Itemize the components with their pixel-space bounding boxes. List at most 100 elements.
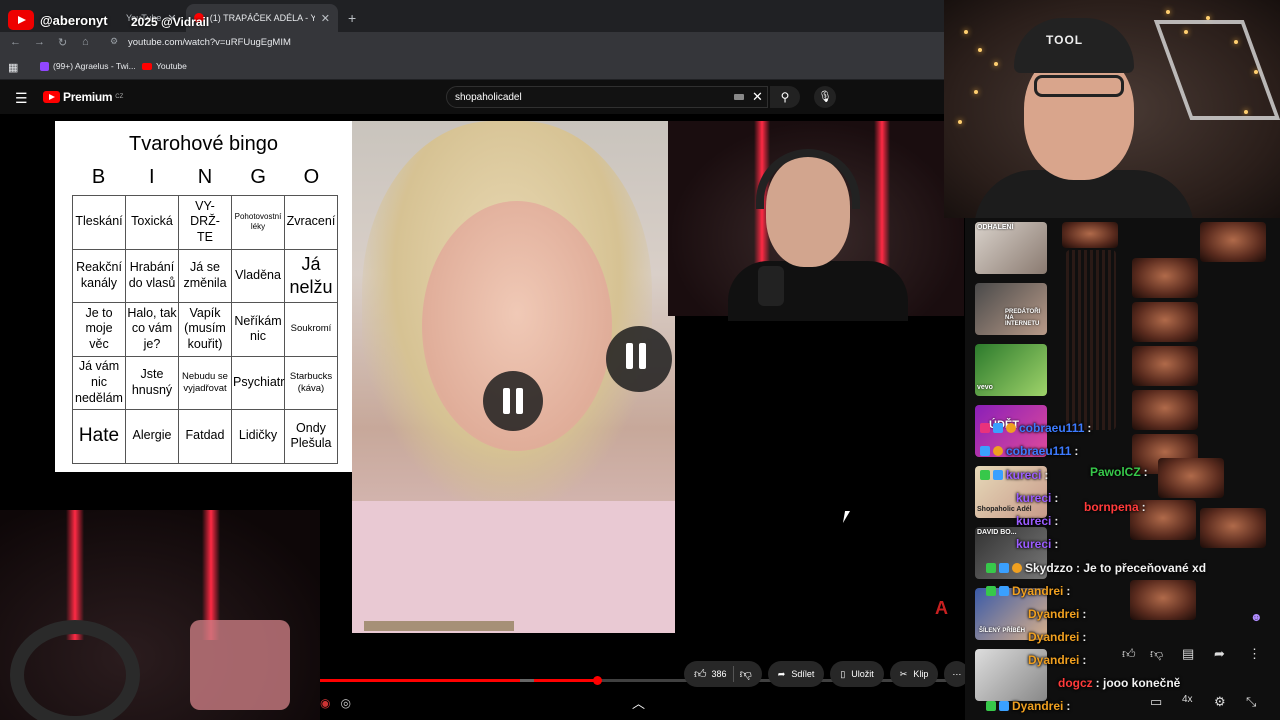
bingo-cell: Já se změnila [178,248,232,303]
fullscreen-icon[interactable]: ⤡ [1246,694,1256,710]
recommended-thumbnail[interactable]: PREDÁTOŘI NA INTERNETU [975,283,1047,335]
chat-username[interactable]: Dyandrei [1028,653,1079,667]
share-icon: ➦ [777,668,786,679]
bingo-cell: Já nelžu [284,248,338,303]
steam-icon[interactable]: ◎ [340,696,350,710]
divider [732,666,734,682]
badge-icon [986,563,996,573]
url-field[interactable]: youtube.com/watch?v=uRFUugEgMIM [128,35,948,51]
chat-text: : [1066,584,1071,598]
share-button[interactable]: ➦ Sdílet [767,661,825,687]
chat-username[interactable]: bornpena [1084,500,1139,514]
captions-icon[interactable]: ▭ [1150,694,1162,710]
thumb-label: Shopaholic Adél [977,506,1032,513]
chat-username[interactable]: Dyandrei [1028,607,1079,621]
chat-emote [1132,258,1198,298]
keyboard-icon[interactable] [734,94,744,100]
bookmark-agraelus[interactable]: (99+) Agraelus - Twi... [40,61,136,71]
badge-icon [999,701,1009,711]
chat-username[interactable]: kureci [1006,468,1041,482]
chat-username[interactable]: Dyandrei [1012,584,1063,598]
pause-icon[interactable] [483,371,543,431]
search-input[interactable]: shopaholicadel [446,86,768,108]
app-icon[interactable]: ◉ [320,696,330,710]
youtube-icon [142,62,152,70]
bingo-row: Hate Alergie Fatdad Lidičky Ondy Plešula [72,409,338,464]
like-button[interactable]: 👍︎ 386 [694,667,727,682]
youtube-logo-icon [8,10,34,30]
youtube-header: ☰ Premium CZ shopaholicadel ✕ ⚲ 🎙 [0,81,944,114]
chat-message: Dyandrei : [1028,607,1086,621]
apps-grid-icon[interactable]: ▦ [8,61,18,74]
forward-icon[interactable]: → [34,36,45,48]
chat-username[interactable]: cobraeu111 [1006,444,1071,458]
chat-username[interactable]: PawolCZ [1090,465,1141,479]
bingo-letter: O [303,166,320,188]
close-tab-icon[interactable]: ✕ [321,12,330,25]
menu-icon[interactable]: ☰ [15,90,28,107]
chat-username[interactable]: kureci [1016,514,1051,528]
chat-emote [1062,222,1118,248]
reload-icon[interactable]: ↻ [58,36,67,49]
thumb-label: DAVID BO... [977,529,1017,536]
chat-emote [1132,390,1198,430]
chat-username[interactable]: kureci [1016,537,1051,551]
badge-icon [986,586,996,596]
bingo-cell: Starbucks (káva) [284,355,338,410]
badge-icon [980,423,990,433]
back-icon[interactable]: ← [10,36,21,48]
mouse-cursor-icon [842,511,856,523]
search-button[interactable]: ⚲ [770,86,800,108]
progress-bar[interactable] [320,679,597,682]
chat-message: bornpena : [1084,500,1146,514]
bookmark-label: (99+) Agraelus - Twi... [53,61,136,71]
share-icon[interactable]: ➦ [1214,646,1225,662]
more-vertical-icon[interactable]: ⋮ [1248,646,1261,662]
chat-username[interactable]: dogcz [1058,676,1093,690]
scrubber-handle[interactable] [593,676,602,685]
emote-menu-icon[interactable]: ☻ [1250,610,1263,624]
dislike-icon[interactable]: 👎︎ [1150,646,1163,662]
home-icon[interactable]: ⌂ [82,36,89,48]
bingo-cell: Hrabání do vlasů [125,248,179,303]
speed-label-icon[interactable]: 4x [1182,694,1193,705]
like-icon[interactable]: 👍︎ [1122,646,1136,662]
chat-username[interactable]: Skydzzo [1025,561,1073,575]
bingo-letters: B I N G O [72,166,338,189]
bookmark-youtube[interactable]: Youtube [142,61,187,71]
bingo-cell: Zvracení [284,195,338,250]
headphones [756,149,860,209]
recommended-thumbnail[interactable]: ODHALENÍ [975,222,1047,274]
chat-username[interactable]: cobraeu111 [1019,421,1084,435]
background-chair [1153,20,1280,120]
chat-username[interactable]: Dyandrei [1012,699,1063,713]
clip-button[interactable]: ✂ Klip [889,661,939,687]
handle-tail-text: 2025 @Vidrail [131,15,210,29]
video-player[interactable]: Tvarohové bingo B I N G O Tleskání Toxic… [0,114,965,720]
chat-text: : [1066,699,1071,713]
pause-icon[interactable] [606,326,672,392]
chat-message: kureci : [1016,491,1058,505]
chat-username[interactable]: kureci [1016,491,1051,505]
thumb-label: ODHALENÍ [977,224,1014,231]
voice-search-button[interactable]: 🎙 [814,86,836,108]
streamer-handle-overlay: @aberonyt [8,10,108,30]
bingo-cell: Soukromí [284,302,338,357]
bingo-card: Tvarohové bingo B I N G O Tleskání Toxic… [55,121,352,472]
chat-message: Skydzzo : Je to přeceňované xd [986,561,1206,575]
bingo-title: Tvarohové bingo [129,133,278,155]
chevron-up-icon[interactable]: ︿ [632,693,645,712]
clear-search-icon[interactable]: ✕ [752,89,763,105]
streamer-glasses [1034,75,1124,97]
new-tab-button[interactable]: + [340,4,364,32]
settings-gear-icon[interactable]: ⚙ [1214,694,1226,710]
comments-icon[interactable]: ▤ [1182,646,1194,662]
chat-username[interactable]: Dyandrei [1028,630,1079,644]
youtube-premium-logo[interactable]: Premium CZ [43,90,123,104]
site-info-icon[interactable]: ⚙ [110,36,118,47]
save-button[interactable]: ▯ Uložit [830,661,884,687]
chat-message: kureci : [1016,537,1058,551]
recommended-thumbnail[interactable]: vevo [975,344,1047,396]
thumbs-down-icon[interactable]: 👎︎ [740,667,752,682]
chat-text: : [1082,653,1087,667]
